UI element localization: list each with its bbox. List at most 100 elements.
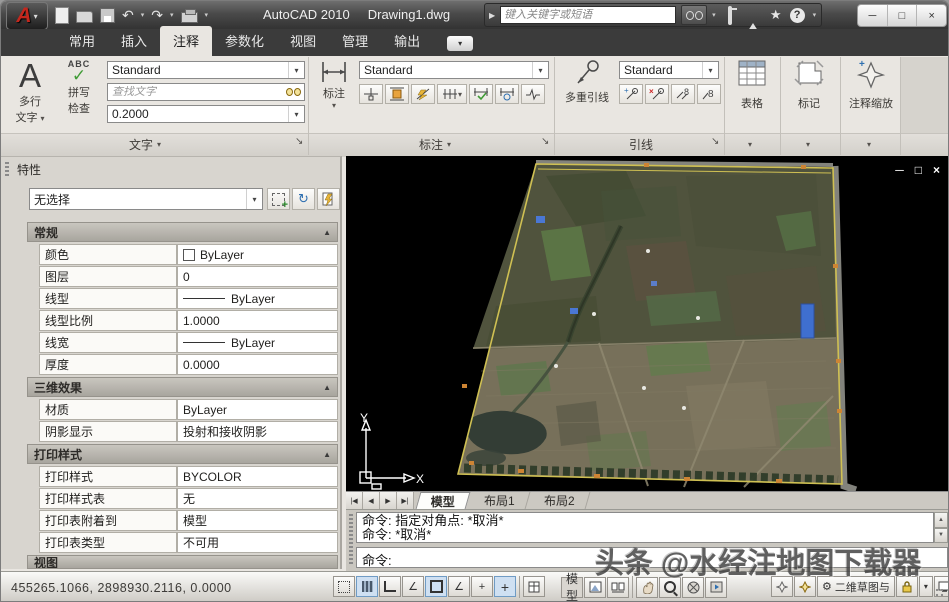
tab-manage[interactable]: 管理 — [329, 26, 381, 56]
remove-leader-button[interactable]: × — [645, 84, 669, 104]
zoom-button[interactable] — [659, 577, 681, 598]
multileader-button[interactable]: 多重引线 — [559, 59, 615, 131]
annoscale-panel-dropdown[interactable]: ▾ — [867, 140, 871, 149]
text-style-select[interactable]: Standard ▾ — [107, 61, 305, 79]
prop-value-shadow[interactable]: 投射和接收阴影 — [177, 421, 338, 442]
minimize-button[interactable]: ─ — [858, 5, 888, 26]
prop-value-layer[interactable]: 0 — [177, 266, 338, 287]
polar-toggle[interactable]: ∠ — [402, 576, 424, 597]
qat-customize-dropdown[interactable]: ▾ — [205, 11, 209, 19]
section-plot-style[interactable]: 打印样式▲ — [27, 444, 338, 464]
undo-button[interactable]: ↶ — [122, 7, 134, 24]
section-view[interactable]: 视图 — [27, 555, 338, 569]
redo-dropdown[interactable]: ▾ — [170, 11, 174, 19]
osnap-toggle[interactable] — [425, 576, 447, 597]
tab-annotate[interactable]: 注释 — [160, 26, 212, 56]
workspace-switch-button[interactable]: ⚙ 二维草图与 — [817, 576, 895, 597]
help-icon[interactable]: ? — [790, 8, 808, 23]
add-leader-button[interactable]: + — [619, 84, 643, 104]
status-menu-dropdown[interactable]: ▾ — [919, 576, 933, 597]
search-input[interactable] — [500, 6, 676, 24]
ribbon-minimize-button[interactable]: ▾ — [447, 36, 473, 51]
search-dropdown[interactable]: ▾ — [712, 11, 716, 19]
coordinate-readout[interactable]: 455265.1066, 2898930.2116, 0.0000 — [11, 578, 327, 597]
maximize-button[interactable]: □ — [888, 5, 918, 26]
table-button[interactable]: 表格 — [726, 59, 778, 131]
dimension-panel-label[interactable]: 标注▾ — [419, 136, 451, 153]
mtext-button[interactable]: A 多行 文字 ▾ — [7, 59, 53, 131]
new-file-button[interactable] — [55, 7, 69, 24]
search-collapse-icon[interactable]: ▶ — [489, 11, 495, 20]
prop-value-plottable[interactable]: 无 — [177, 488, 338, 509]
annotation-scale-status-button[interactable] — [771, 576, 793, 597]
drawing-viewport[interactable]: ─ □ × Y X — [346, 156, 949, 491]
prop-value-plottype[interactable]: 不可用 — [177, 532, 338, 553]
dim-style-select[interactable]: Standard ▾ — [359, 61, 549, 79]
find-text-input[interactable] — [108, 86, 282, 98]
command-grip[interactable] — [349, 514, 353, 564]
communication-center-icon[interactable] — [744, 8, 762, 23]
ortho-toggle[interactable] — [379, 576, 401, 597]
dyn-toggle[interactable]: + — [494, 576, 516, 597]
select-objects-button[interactable]: ↻ — [292, 188, 315, 210]
dim-jogline-button[interactable] — [521, 84, 545, 104]
tab-nav-last[interactable]: ▶| — [397, 492, 414, 509]
prop-value-color[interactable]: ByLayer — [177, 244, 338, 265]
prop-value-plotstyle[interactable]: BYCOLOR — [177, 466, 338, 487]
leader-style-select[interactable]: Standard ▾ — [619, 61, 719, 79]
viewport-restore-button[interactable]: □ — [915, 164, 922, 176]
text-dialog-launcher[interactable]: ↘ — [295, 136, 303, 147]
prop-value-thickness[interactable]: 0.0000 — [177, 354, 338, 375]
show-motion-button[interactable] — [705, 577, 727, 598]
scroll-down-button[interactable]: ▼ — [934, 528, 948, 544]
tab-parametric[interactable]: 参数化 — [212, 26, 277, 56]
quick-view-layouts-button[interactable] — [607, 577, 629, 598]
dimension-dialog-launcher[interactable]: ↘ — [541, 136, 549, 147]
markup-button[interactable]: 标记 — [782, 59, 836, 131]
prop-value-linetype[interactable]: ByLayer — [177, 288, 338, 309]
command-history[interactable]: 命令: 指定对角点: *取消* 命令: *取消* — [356, 512, 934, 543]
resize-grip[interactable] — [935, 588, 945, 598]
dimension-button[interactable]: 标注 ▾ — [313, 59, 355, 131]
tab-nav-next[interactable]: ▶ — [380, 492, 397, 509]
quick-select-button[interactable] — [317, 188, 340, 210]
tab-model[interactable]: 模型 — [416, 492, 471, 509]
plot-button[interactable] — [181, 7, 198, 23]
layout-button[interactable] — [584, 577, 606, 598]
prop-value-material[interactable]: ByLayer — [177, 399, 338, 420]
text-panel-label[interactable]: 文字▾ — [129, 136, 161, 153]
section-3d-effects[interactable]: 三维效果▲ — [27, 377, 338, 397]
markup-panel-dropdown[interactable]: ▾ — [806, 140, 810, 149]
lock-ui-button[interactable] — [896, 576, 918, 597]
spell-check-button[interactable]: ABC ✓ 拼写 检查 — [57, 59, 101, 131]
subscription-key-icon[interactable] — [721, 8, 739, 23]
annotation-visibility-button[interactable] — [794, 576, 816, 597]
leader-dialog-launcher[interactable]: ↘ — [711, 136, 719, 147]
prop-value-plotattach[interactable]: 模型 — [177, 510, 338, 531]
dim-update-button[interactable] — [495, 84, 519, 104]
table-panel-dropdown[interactable]: ▾ — [748, 140, 752, 149]
quick-properties-toggle[interactable] — [523, 576, 545, 597]
save-button[interactable] — [100, 8, 115, 23]
snap-toggle[interactable] — [333, 576, 355, 597]
ducs-toggle[interactable]: + — [471, 576, 493, 597]
find-text-icon[interactable] — [282, 88, 304, 96]
close-button[interactable]: × — [917, 5, 946, 26]
text-height-select[interactable]: 0.2000 ▾ — [107, 105, 305, 123]
tab-layout2[interactable]: 布局2 — [529, 492, 590, 509]
open-file-button[interactable] — [76, 7, 93, 23]
dim-continue-button[interactable]: ▾ — [437, 84, 467, 104]
annotation-scale-button[interactable]: + 注释缩放 — [842, 59, 900, 131]
collect-leaders-button[interactable]: 8 — [697, 84, 721, 104]
pan-button[interactable] — [636, 577, 658, 598]
prop-value-ltscale[interactable]: 1.0000 — [177, 310, 338, 331]
redo-button[interactable]: ↷ — [151, 7, 163, 24]
tab-insert[interactable]: 插入 — [108, 26, 160, 56]
app-menu-button[interactable]: A ▾ — [6, 2, 48, 30]
command-input[interactable]: 命令: — [356, 547, 948, 568]
undo-dropdown[interactable]: ▾ — [141, 11, 145, 19]
selection-select[interactable]: 无选择 ▾ — [29, 188, 263, 210]
leader-panel-label[interactable]: 引线 — [629, 136, 653, 153]
dim-spacing-button[interactable] — [385, 84, 409, 104]
toggle-pickadd-button[interactable]: + — [267, 188, 290, 210]
